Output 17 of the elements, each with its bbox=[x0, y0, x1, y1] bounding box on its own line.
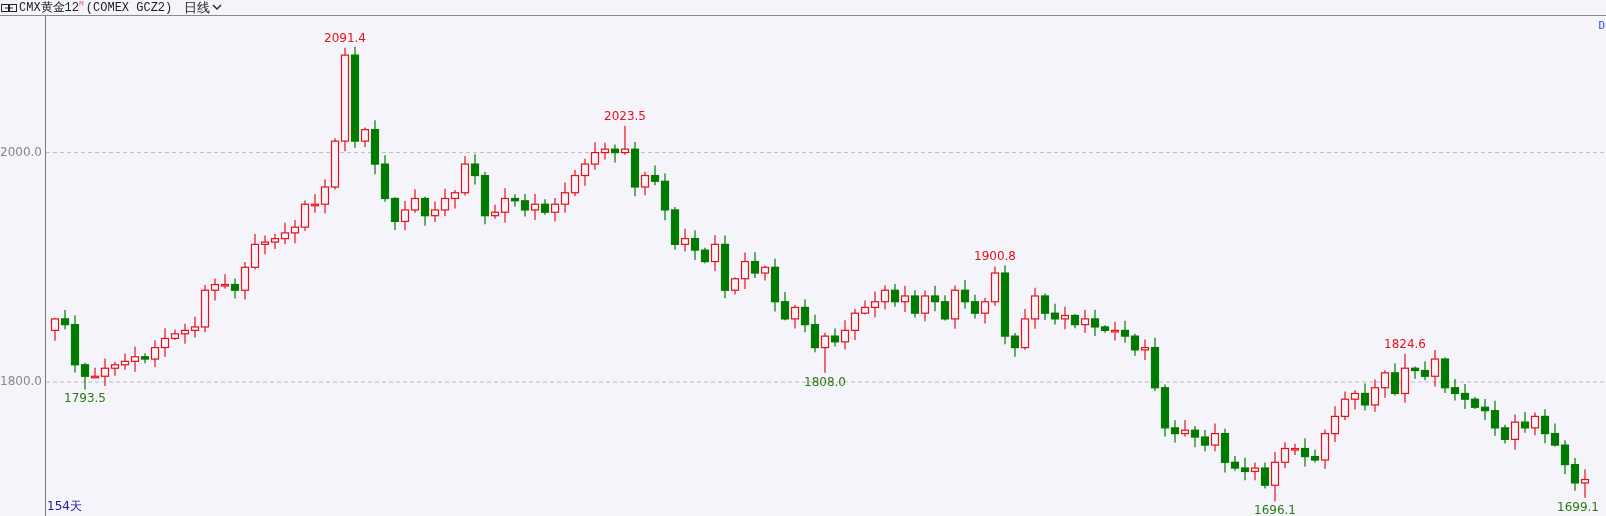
caret-icon bbox=[212, 4, 223, 11]
instrument-title: CMX黄金12$^{M}$ bbox=[19, 0, 84, 16]
high-price-label: 1824.6 bbox=[1384, 336, 1426, 351]
low-price-label: 1696.1 bbox=[1254, 503, 1296, 516]
day-count-label: 154天 bbox=[47, 498, 82, 515]
low-price-label: 1699.1 bbox=[1557, 499, 1599, 514]
y-axis-label: 2000.0 bbox=[0, 144, 42, 159]
low-price-label: 1793.5 bbox=[64, 391, 106, 406]
link-icon[interactable] bbox=[1, 3, 17, 12]
high-price-label: 1900.8 bbox=[974, 249, 1016, 264]
period-dropdown[interactable]: 日线 bbox=[184, 0, 223, 17]
corner-mark: D bbox=[1598, 19, 1605, 32]
instrument-code: (COMEX GCZ2) bbox=[85, 0, 173, 15]
high-price-label: 2023.5 bbox=[604, 108, 646, 123]
low-price-label: 1808.0 bbox=[804, 374, 846, 389]
y-axis-label: 1800.0 bbox=[0, 374, 42, 388]
high-price-label: 2091.4 bbox=[324, 30, 366, 45]
